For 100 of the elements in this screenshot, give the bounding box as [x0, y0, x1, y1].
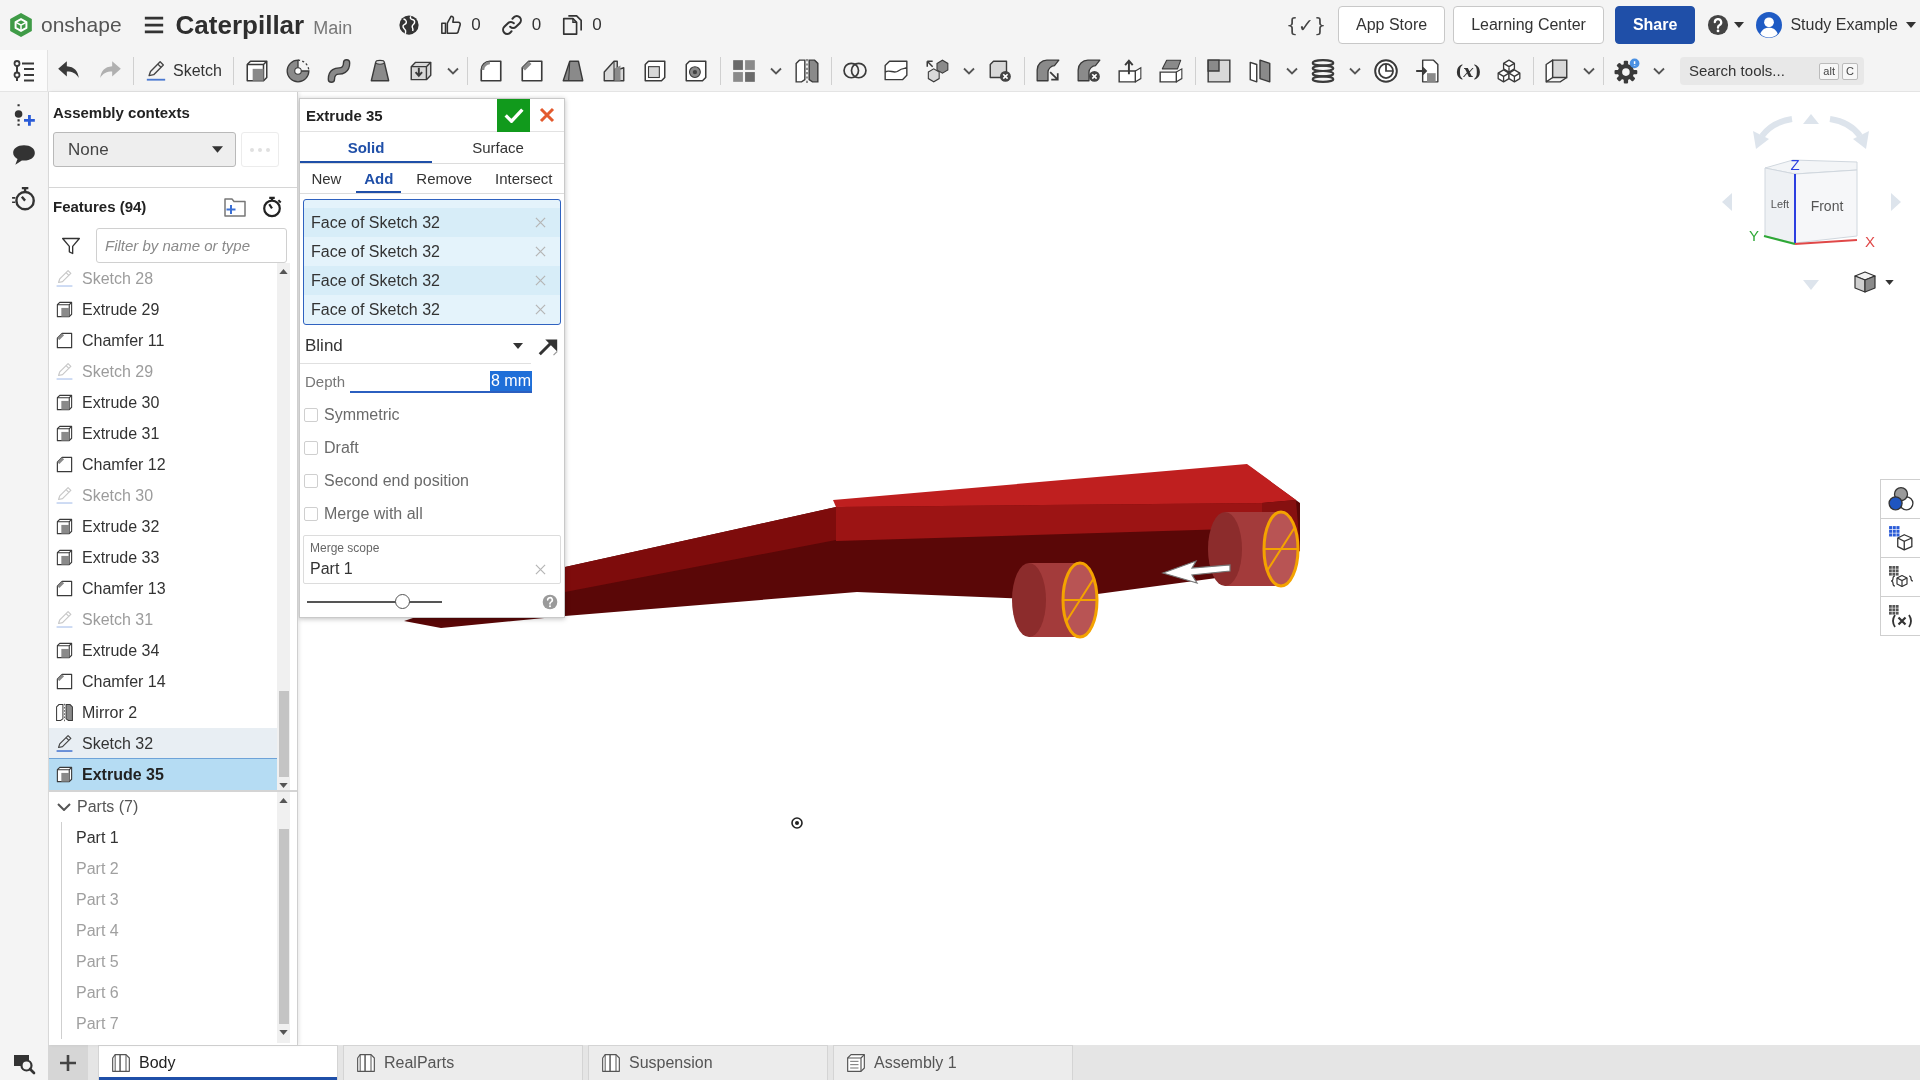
caret-icon[interactable]: [1285, 66, 1298, 75]
caret-icon[interactable]: [962, 66, 975, 75]
box-icon[interactable]: [244, 57, 271, 84]
grid-variable-icon[interactable]: [1887, 603, 1914, 629]
context-dropdown[interactable]: None: [53, 132, 236, 167]
feature-item[interactable]: Sketch 32: [49, 728, 277, 759]
operation-tab[interactable]: New: [303, 164, 350, 193]
share-button[interactable]: Share: [1614, 6, 1696, 44]
scrollbar-thumb[interactable]: [278, 829, 289, 1024]
like-button[interactable]: 0: [440, 14, 481, 36]
coil-icon[interactable]: [1310, 57, 1337, 84]
feature-item[interactable]: Extrude 29: [49, 294, 277, 325]
tree-list-icon[interactable]: [11, 58, 36, 83]
scrollbar[interactable]: [277, 263, 290, 790]
slider-thumb[interactable]: [394, 594, 410, 609]
feature-item[interactable]: Extrude 31: [49, 418, 277, 449]
hole-box-icon[interactable]: [683, 57, 710, 84]
document-tab[interactable]: Body: [98, 1045, 338, 1080]
scroll-up-icon[interactable]: [279, 798, 288, 803]
hollow-box-icon[interactable]: [642, 57, 669, 84]
settings-icon[interactable]: [1614, 57, 1641, 84]
caret-icon[interactable]: [1734, 22, 1745, 28]
caret-icon[interactable]: [1582, 66, 1595, 75]
checkbox[interactable]: [304, 407, 318, 422]
document-tab[interactable]: Assembly 1: [833, 1045, 1073, 1080]
part-item[interactable]: Part 1: [62, 822, 277, 853]
caret-icon[interactable]: [769, 66, 782, 75]
mirror-blocks-icon[interactable]: [794, 57, 821, 84]
globe-icon[interactable]: [398, 14, 421, 36]
blocks-arrow-icon[interactable]: [924, 57, 951, 84]
sketch-button[interactable]: Sketch: [137, 52, 230, 89]
caret-icon[interactable]: [446, 66, 459, 75]
operation-tab[interactable]: Remove: [408, 164, 481, 193]
filter-icon[interactable]: [61, 235, 81, 256]
feature-item[interactable]: Extrude 32: [49, 511, 277, 542]
checkbox[interactable]: [304, 473, 318, 488]
curved-face-x-icon[interactable]: [1076, 57, 1103, 84]
shaded-cube-icon[interactable]: [1853, 270, 1877, 294]
body-type-tab[interactable]: Surface: [432, 132, 564, 163]
scrollbar[interactable]: [277, 792, 290, 1043]
feature-item[interactable]: Chamfer 11: [49, 325, 277, 356]
copy-button[interactable]: 0: [561, 14, 602, 36]
grid-braces-icon[interactable]: [1887, 564, 1914, 590]
depth-field[interactable]: 8 mm: [350, 369, 532, 393]
scrollbar-thumb[interactable]: [278, 691, 289, 777]
cube-stack-icon[interactable]: [1496, 58, 1523, 83]
bevel-box-icon[interactable]: [519, 57, 546, 84]
caret-icon[interactable]: [1885, 279, 1894, 285]
selection-item[interactable]: Face of Sketch 32: [304, 237, 560, 266]
scroll-up-icon[interactable]: [279, 269, 288, 274]
feature-item[interactable]: Chamfer 14: [49, 666, 277, 697]
feature-item[interactable]: Mirror 2: [49, 697, 277, 728]
plane-icon[interactable]: [1206, 57, 1233, 84]
document-tab[interactable]: RealParts: [343, 1045, 583, 1080]
stopwatch-icon[interactable]: [11, 186, 37, 212]
close-icon[interactable]: [539, 107, 555, 123]
header-button[interactable]: Learning Center: [1453, 6, 1604, 44]
feature-item[interactable]: Extrude 35: [49, 759, 277, 790]
grid-cube-icon[interactable]: [1887, 525, 1914, 551]
link-button[interactable]: 0: [500, 14, 542, 36]
feature-item[interactable]: Chamfer 13: [49, 573, 277, 604]
filter-field[interactable]: Filter by name or type: [96, 228, 287, 263]
checkbox[interactable]: [304, 506, 318, 521]
overlap-circles-icon[interactable]: [842, 62, 869, 79]
selection-item[interactable]: Face of Sketch 32: [304, 208, 560, 237]
selection-item[interactable]: Face of Sketch 32: [304, 295, 560, 324]
view-cube[interactable]: [1763, 159, 1858, 245]
comment-icon[interactable]: [11, 142, 37, 168]
checkbox[interactable]: [304, 440, 318, 455]
curved-face-icon[interactable]: [1035, 57, 1062, 84]
clock-icon[interactable]: [1373, 57, 1400, 84]
parts-header[interactable]: Parts (7): [49, 792, 277, 822]
menu-icon[interactable]: [142, 14, 165, 36]
feature-item[interactable]: Extrude 34: [49, 635, 277, 666]
document-tab[interactable]: Suspension: [588, 1045, 828, 1080]
accept-button[interactable]: [497, 98, 530, 132]
user-menu[interactable]: Study Example: [1756, 12, 1916, 38]
feature-item[interactable]: Chamfer 12: [49, 449, 277, 480]
grid-squares-icon[interactable]: [731, 57, 758, 84]
file-arrow-icon[interactable]: [1414, 57, 1441, 84]
caret-icon[interactable]: [1348, 66, 1361, 75]
scroll-down-icon[interactable]: [279, 783, 288, 788]
rounded-box-icon[interactable]: [478, 57, 505, 84]
feature-item[interactable]: Extrude 33: [49, 542, 277, 573]
add-tab-button[interactable]: [48, 1045, 88, 1080]
stopwatch-icon[interactable]: [261, 196, 283, 218]
operation-tab[interactable]: Intersect: [487, 164, 561, 193]
scroll-down-icon[interactable]: [279, 1030, 288, 1035]
tray-face-icon[interactable]: [1158, 57, 1185, 84]
operation-tab[interactable]: Add: [356, 164, 402, 193]
merge-scope-field[interactable]: Merge scope Part 1: [303, 535, 561, 584]
variables-button[interactable]: {✓}: [1285, 14, 1326, 36]
tray-arrow-icon[interactable]: [1117, 57, 1144, 84]
color-circles-icon[interactable]: [1887, 486, 1914, 512]
pipe-icon[interactable]: [326, 57, 353, 84]
selection-item[interactable]: Face of Sketch 32: [304, 266, 560, 295]
body-type-tab[interactable]: Solid: [300, 132, 432, 163]
caret-icon[interactable]: [1652, 66, 1665, 75]
folder-plus-icon[interactable]: [223, 195, 247, 219]
variable-button[interactable]: (x): [1455, 60, 1482, 81]
